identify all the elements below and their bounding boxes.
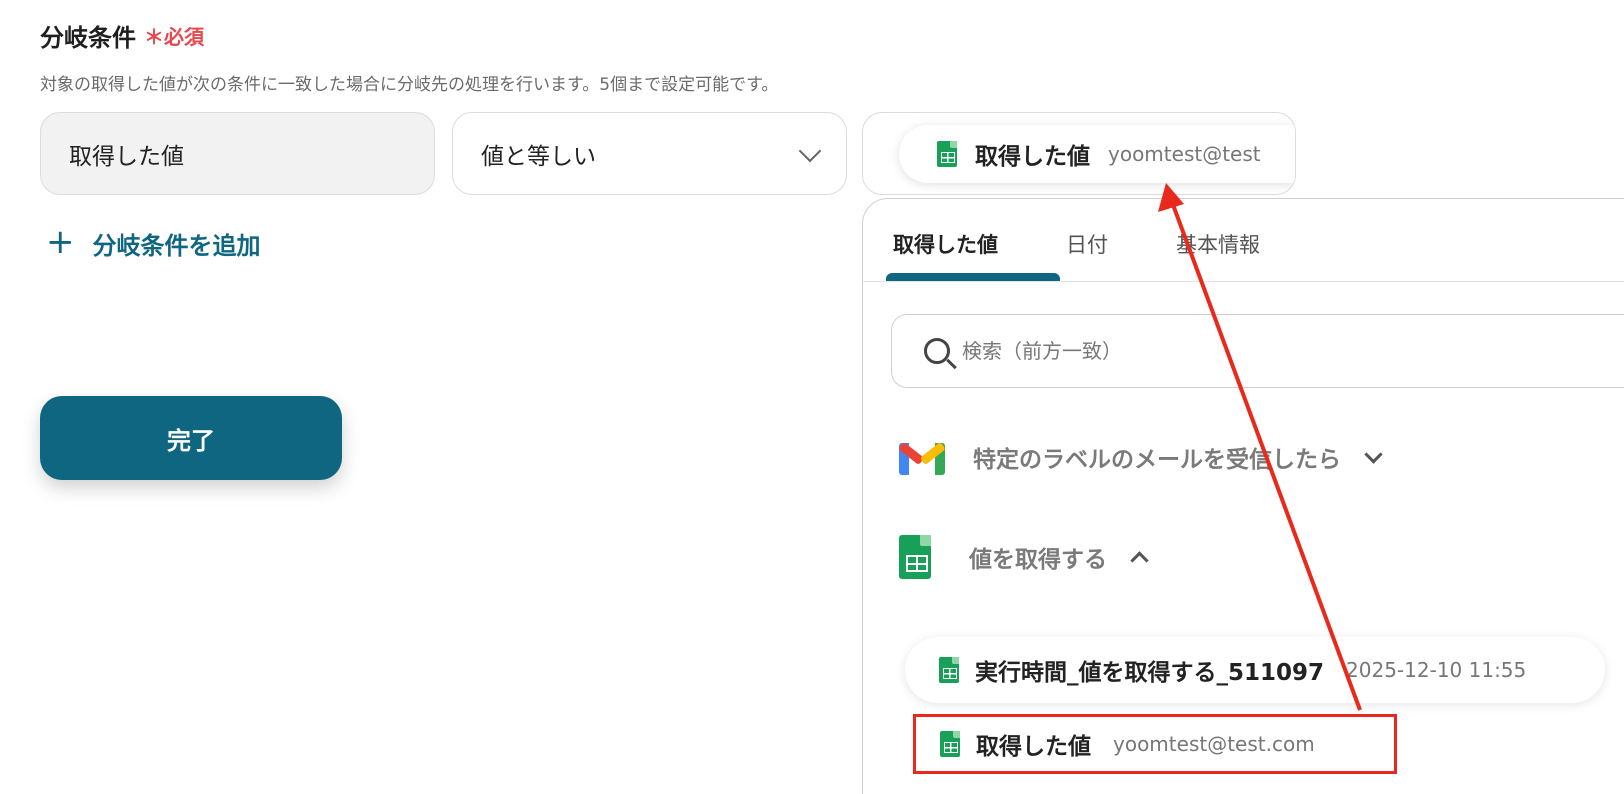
value-chip[interactable]: 取得した値 yoomtest@test	[899, 125, 1295, 183]
google-sheets-icon	[939, 657, 959, 683]
chevron-down-icon	[798, 139, 822, 162]
list-item[interactable]: 実行時間_値を取得する_511097 2025-12-10 11:55	[905, 637, 1605, 703]
help-text: 対象の取得した値が次の条件に一致した場合に分岐先の処理を行います。5個まで設定可…	[40, 75, 779, 95]
item-subtitle: yoomtest@test.com	[1113, 732, 1315, 756]
add-condition-button[interactable]: + 分岐条件を追加	[46, 221, 261, 262]
tab-date[interactable]: 日付	[1058, 229, 1116, 259]
search-input[interactable]	[962, 339, 1562, 363]
google-sheets-icon	[937, 141, 957, 167]
value-chip-title: 取得した値	[975, 144, 1090, 170]
group-title: 値を取得する	[969, 547, 1107, 573]
plus-icon: +	[46, 221, 75, 262]
chevron-down-icon	[1364, 444, 1383, 464]
left-operand-value: 取得した値	[69, 143, 184, 170]
google-sheets-icon	[899, 535, 931, 579]
picker-tabs: 取得した値 日付 基本情報	[885, 229, 1320, 259]
group-get-values[interactable]: 値を取得する	[899, 535, 1149, 579]
google-sheets-icon	[940, 731, 960, 757]
gmail-icon	[898, 439, 946, 475]
item-title: 実行時間_値を取得する_511097	[975, 660, 1325, 686]
left-operand-field[interactable]: 取得した値	[40, 112, 435, 195]
condition-label-row: 分岐条件 ＊必須	[40, 18, 204, 53]
chevron-up-icon	[1130, 550, 1149, 570]
group-gmail-trigger[interactable]: 特定のラベルのメールを受信したら	[898, 439, 1383, 475]
operator-value: 値と等しい	[481, 143, 596, 170]
list-item-highlighted[interactable]: 取得した値 yoomtest@test.com	[913, 714, 1397, 774]
item-subtitle: 2025-12-10 11:55	[1346, 658, 1527, 682]
active-tab-indicator	[886, 273, 1060, 281]
add-condition-label: 分岐条件を追加	[92, 232, 261, 260]
condition-label: 分岐条件	[40, 24, 136, 52]
value-picker-panel: 取得した値 日付 基本情報 特定のラベルのメールを受信したら 値を取得する 実行…	[862, 198, 1624, 794]
required-badge: ＊必須	[144, 25, 204, 49]
item-title: 取得した値	[976, 734, 1091, 760]
search-icon	[924, 338, 950, 364]
tab-divider	[863, 281, 1624, 282]
done-button[interactable]: 完了	[40, 396, 342, 480]
group-title: 特定のラベルのメールを受信したら	[973, 447, 1341, 473]
operator-select[interactable]: 値と等しい	[452, 112, 847, 195]
search-box	[891, 314, 1624, 388]
tab-basic-info[interactable]: 基本情報	[1168, 229, 1268, 259]
value-field[interactable]: 取得した値 yoomtest@test	[862, 112, 1296, 195]
value-chip-subtitle: yoomtest@test	[1108, 142, 1261, 166]
tab-retrieved-values[interactable]: 取得した値	[885, 229, 1006, 259]
